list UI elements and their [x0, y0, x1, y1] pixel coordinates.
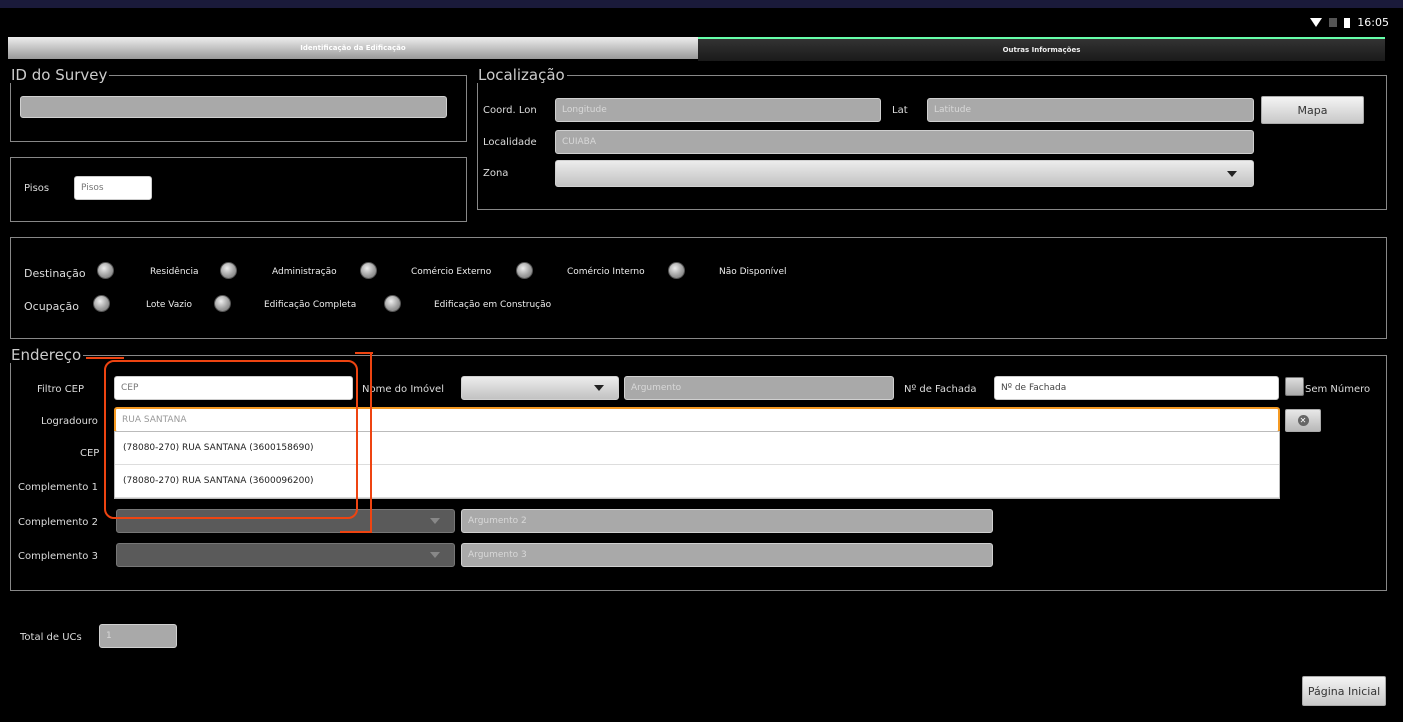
argumento2-input[interactable]: Argumento 2: [461, 509, 993, 533]
pisos-input[interactable]: Pisos: [74, 176, 152, 200]
complemento3-dropdown[interactable]: [116, 543, 455, 567]
argumento-input[interactable]: Argumento: [624, 376, 894, 400]
longitude-input[interactable]: Longitude: [555, 98, 881, 122]
battery-icon: [1344, 17, 1351, 28]
tab-outras-informacoes[interactable]: Outras Informações: [698, 37, 1385, 61]
complemento2-label: Complemento 2: [18, 517, 98, 528]
clear-button[interactable]: ✕: [1285, 409, 1321, 432]
radio-lote-vazio[interactable]: [214, 295, 231, 312]
wifi-icon: [1310, 18, 1323, 27]
destinacao-option-label: Comércio Externo: [411, 267, 492, 277]
localidade-label: Localidade: [483, 137, 537, 148]
chevron-down-icon: [430, 518, 440, 524]
ocupacao-option-label: Edificação Completa: [264, 300, 357, 310]
zona-dropdown[interactable]: [555, 160, 1254, 187]
destinacao-option-label: Comércio Interno: [567, 267, 645, 277]
argumento3-input[interactable]: Argumento 3: [461, 543, 993, 567]
radio-edificacao-completa[interactable]: [384, 295, 401, 312]
classificacao-group: [10, 237, 1387, 339]
total-ucs-input[interactable]: 1: [99, 624, 177, 648]
chevron-down-icon: [594, 385, 604, 391]
chevron-down-icon: [1227, 170, 1237, 177]
fachada-label: Nº de Fachada: [904, 384, 977, 395]
status-icons: 16:05: [1310, 16, 1389, 29]
destinacao-option-label: Residência: [150, 267, 199, 277]
radio-residencia[interactable]: [220, 262, 237, 279]
close-icon: ✕: [1297, 415, 1309, 426]
lon-label: Coord. Lon: [483, 105, 537, 116]
localidade-input[interactable]: CUIABA: [555, 130, 1254, 154]
radio-comercio-interno[interactable]: [668, 262, 685, 279]
status-time: 16:05: [1357, 16, 1389, 29]
status-bar: [0, 8, 1403, 36]
annotation-stroke: [370, 352, 372, 532]
radio-ocupacao[interactable]: [93, 295, 110, 312]
nome-imovel-label: Nome do Imóvel: [362, 384, 444, 395]
annotation-stroke: [86, 357, 124, 359]
sem-numero-label: Sem Número: [1305, 384, 1371, 395]
destinacao-label: Destinação: [24, 267, 86, 280]
nome-imovel-dropdown[interactable]: [461, 376, 619, 400]
annotation-stroke: [340, 531, 372, 533]
radio-comercio-externo[interactable]: [516, 262, 533, 279]
map-button[interactable]: Mapa: [1261, 96, 1364, 124]
logradouro-label: Logradouro: [41, 416, 98, 427]
tab-identificacao[interactable]: Identificação da Edificação: [8, 37, 698, 59]
localizacao-legend: Localização: [478, 66, 565, 84]
ocupacao-label: Ocupação: [24, 300, 79, 313]
annotation-outline: [104, 360, 358, 519]
cep-label: CEP: [80, 448, 100, 459]
home-button[interactable]: Página Inicial: [1302, 676, 1386, 706]
endereco-legend: Endereço: [11, 346, 82, 364]
sem-numero-checkbox[interactable]: [1285, 377, 1304, 396]
survey-id-input[interactable]: [20, 96, 447, 118]
radio-administracao[interactable]: [360, 262, 377, 279]
ocupacao-option-label: Edificação em Construção: [434, 300, 552, 310]
destinacao-option-label: Não Disponível: [719, 267, 787, 277]
complemento1-label: Complemento 1: [18, 482, 98, 493]
survey-legend: ID do Survey: [11, 66, 108, 84]
lat-label: Lat: [892, 105, 908, 116]
ocupacao-option-label: Lote Vazio: [146, 300, 192, 310]
complemento3-label: Complemento 3: [18, 551, 98, 562]
top-band: [0, 0, 1403, 8]
radio-destinacao[interactable]: [97, 262, 114, 279]
latitude-input[interactable]: Latitude: [927, 98, 1254, 122]
chevron-down-icon: [430, 552, 440, 558]
pisos-label: Pisos: [24, 183, 50, 194]
fachada-input[interactable]: Nº de Fachada: [994, 376, 1279, 400]
destinacao-option-label: Administração: [272, 267, 337, 277]
total-ucs-label: Total de UCs: [20, 632, 82, 643]
zona-label: Zona: [483, 168, 509, 179]
signal-icon: [1329, 18, 1338, 27]
filtro-cep-label: Filtro CEP: [37, 384, 85, 395]
